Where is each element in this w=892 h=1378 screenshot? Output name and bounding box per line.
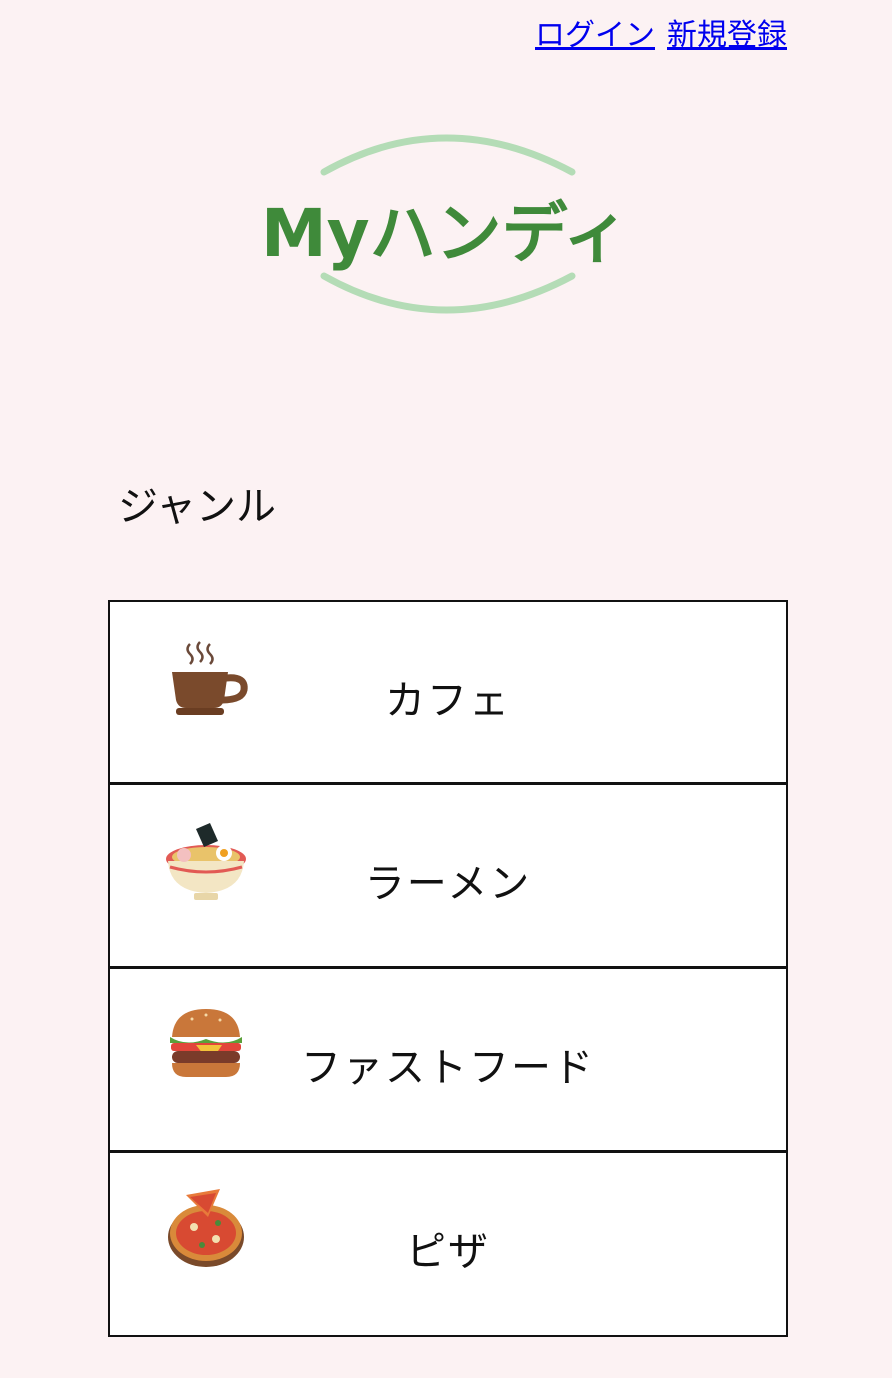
genre-label: ピザ <box>406 1229 490 1275</box>
genre-item-cafe[interactable]: カフェ <box>108 600 788 785</box>
genre-item-pizza[interactable]: ピザ <box>108 1153 788 1337</box>
genre-item-ramen[interactable]: ラーメン <box>108 785 788 969</box>
genre-label: ラーメン <box>364 861 532 907</box>
genre-item-fastfood[interactable]: ファストフード <box>108 969 788 1153</box>
login-link[interactable]: ログイン <box>535 10 655 54</box>
genre-label: ファストフード <box>301 1045 595 1091</box>
genre-list: カフェ ラーメン ファストフード ピザ <box>108 600 788 1337</box>
app-logo: Myハンディ <box>260 128 630 318</box>
genre-label: カフェ <box>385 678 511 724</box>
register-link[interactable]: 新規登録 <box>667 10 787 54</box>
genre-section-title: ジャンル <box>118 484 276 530</box>
logo-text: Myハンディ <box>260 195 630 272</box>
header-links: ログイン 新規登録 <box>535 10 787 54</box>
